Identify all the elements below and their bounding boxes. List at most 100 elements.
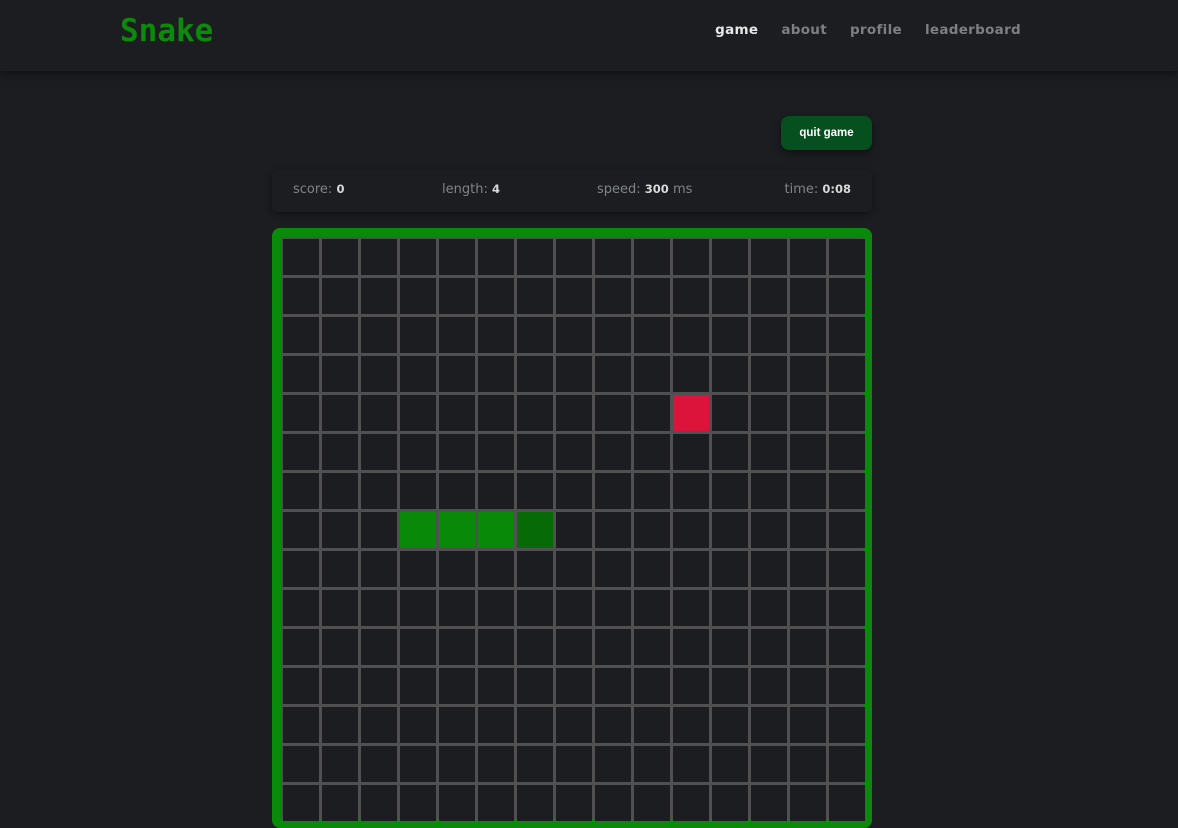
grid-cell [790, 278, 826, 314]
grid-cell [673, 551, 709, 587]
grid-cell [751, 356, 787, 392]
grid-cell [283, 434, 319, 470]
grid-cell [595, 278, 631, 314]
stats-bar: score: 0 length: 4 speed: 300 ms time: 0… [272, 170, 872, 212]
speed-label: speed: [597, 182, 641, 197]
grid-cell [400, 434, 436, 470]
grid-cell [322, 551, 358, 587]
food-item [673, 395, 709, 431]
grid-cell [478, 317, 514, 353]
grid-cell [751, 512, 787, 548]
grid-cell [361, 395, 397, 431]
grid-cell [634, 590, 670, 626]
score-stat: score: 0 [293, 182, 344, 197]
grid-cell [790, 512, 826, 548]
grid-cell [790, 707, 826, 743]
grid-cell [361, 707, 397, 743]
grid-cell [595, 746, 631, 782]
grid-cell [556, 278, 592, 314]
grid-cell [556, 629, 592, 665]
grid-cell [634, 356, 670, 392]
grid-cell [634, 785, 670, 821]
grid-cell [478, 668, 514, 704]
nav-leaderboard[interactable]: leaderboard [925, 22, 1021, 38]
grid-cell [673, 317, 709, 353]
grid-cell [283, 707, 319, 743]
nav-game[interactable]: game [715, 22, 758, 38]
grid-cell [595, 551, 631, 587]
grid-cell [517, 239, 553, 275]
grid-cell [322, 395, 358, 431]
speed-stat: speed: 300 ms [597, 182, 692, 197]
grid-cell [283, 512, 319, 548]
grid-cell [790, 473, 826, 509]
grid-cell [439, 629, 475, 665]
quit-game-button[interactable]: quit game [781, 116, 872, 150]
grid-cell [634, 473, 670, 509]
grid-cell [556, 746, 592, 782]
grid-cell [673, 668, 709, 704]
grid-cell [283, 356, 319, 392]
grid-cell [790, 434, 826, 470]
grid-cell [673, 239, 709, 275]
grid-cell [595, 512, 631, 548]
grid-cell [556, 473, 592, 509]
grid-cell [322, 239, 358, 275]
grid-cell [517, 434, 553, 470]
snake-segment [478, 512, 514, 548]
grid-cell [517, 629, 553, 665]
grid-cell [439, 590, 475, 626]
length-stat: length: 4 [442, 182, 500, 197]
grid-cell [517, 356, 553, 392]
time-label: time: [784, 182, 819, 197]
grid-cell [595, 395, 631, 431]
grid-cell [673, 746, 709, 782]
grid-cell [751, 434, 787, 470]
grid-cell [478, 707, 514, 743]
grid-cell [283, 668, 319, 704]
nav-about[interactable]: about [781, 22, 827, 38]
grid-cell [361, 551, 397, 587]
grid-cell [712, 395, 748, 431]
grid-cell [712, 707, 748, 743]
grid-cell [361, 278, 397, 314]
grid-cell [283, 551, 319, 587]
grid-cell [400, 473, 436, 509]
grid-cell [634, 551, 670, 587]
grid-cell [283, 395, 319, 431]
grid-cell [283, 317, 319, 353]
grid-cell [556, 668, 592, 704]
grid-cell [478, 590, 514, 626]
grid-cell [712, 551, 748, 587]
grid-cell [556, 239, 592, 275]
grid-cell [712, 356, 748, 392]
grid-cell [556, 707, 592, 743]
grid-cell [829, 434, 865, 470]
time-value: 0:08 [822, 182, 851, 196]
grid-cell [712, 785, 748, 821]
nav-profile[interactable]: profile [850, 22, 902, 38]
grid-cell [634, 317, 670, 353]
grid-cell [322, 356, 358, 392]
grid-cell [283, 278, 319, 314]
grid-cell [712, 317, 748, 353]
length-value: 4 [491, 182, 500, 196]
grid-cell [361, 317, 397, 353]
grid-cell [478, 551, 514, 587]
grid-cell [556, 434, 592, 470]
snake-logo[interactable]: Snake [120, 13, 213, 49]
grid-cell [790, 746, 826, 782]
grid-cell [829, 785, 865, 821]
grid-cell [283, 785, 319, 821]
grid-cell [634, 395, 670, 431]
grid-cell [283, 239, 319, 275]
grid-cell [556, 590, 592, 626]
grid-cell [478, 473, 514, 509]
grid-cell [751, 746, 787, 782]
grid-cell [517, 707, 553, 743]
game-board[interactable] [272, 228, 872, 828]
grid-cell [556, 512, 592, 548]
grid-cell [361, 785, 397, 821]
grid-cell [322, 317, 358, 353]
grid-cell [283, 746, 319, 782]
